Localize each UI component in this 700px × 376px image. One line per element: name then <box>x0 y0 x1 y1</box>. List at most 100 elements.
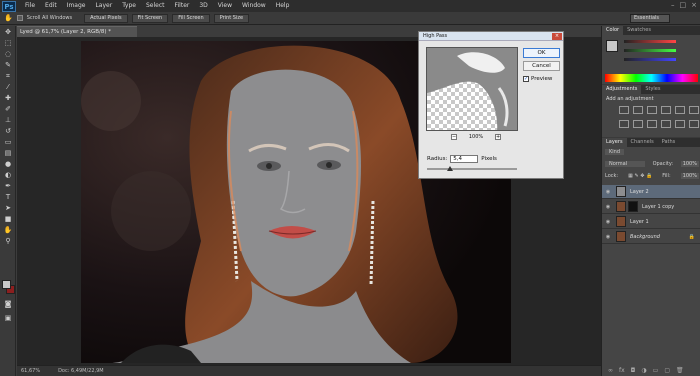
brush-tool-icon[interactable]: ✐ <box>2 104 14 114</box>
fit-screen-button[interactable]: Fit Screen <box>131 13 169 23</box>
lock-icons[interactable]: ▦ ✎ ✥ 🔒 <box>628 173 652 179</box>
color-balance-icon[interactable] <box>619 120 629 128</box>
tab-color[interactable]: Color <box>602 26 624 35</box>
crop-tool-icon[interactable]: ⌗ <box>2 71 14 81</box>
eye-icon[interactable]: ◉ <box>604 204 612 210</box>
tab-adjustments[interactable]: Adjustments <box>602 85 642 94</box>
trash-icon[interactable]: 🗑 <box>676 367 684 374</box>
layer-row[interactable]: ◉ Background 🔒 <box>602 230 700 244</box>
opacity-value[interactable]: 100% <box>680 161 699 167</box>
layer-row[interactable]: ◉ Layer 1 copy <box>602 200 700 214</box>
document-tab[interactable]: Lyed @ 61,7% (Layer 2, RGB/8) * <box>17 26 137 37</box>
screen-mode-icon[interactable]: ▣ <box>2 313 14 323</box>
ok-button[interactable]: OK <box>523 48 560 58</box>
menu-window[interactable]: Window <box>237 0 271 12</box>
menu-layer[interactable]: Layer <box>90 0 117 12</box>
hand-tool-icon[interactable]: ✋ <box>2 225 14 235</box>
blur-tool-icon[interactable]: ● <box>2 159 14 169</box>
menu-edit[interactable]: Edit <box>40 0 62 12</box>
maximize-icon[interactable]: □ <box>680 1 687 9</box>
quick-select-tool-icon[interactable]: ✎ <box>2 60 14 70</box>
tab-swatches[interactable]: Swatches <box>623 26 655 35</box>
zoom-tool-icon[interactable]: ⚲ <box>2 236 14 246</box>
photo-filter-icon[interactable] <box>646 120 657 128</box>
invert-icon[interactable] <box>674 120 685 128</box>
eye-icon[interactable]: ◉ <box>604 234 612 240</box>
fx-icon[interactable]: fx <box>619 367 625 374</box>
eyedropper-tool-icon[interactable]: ⁄ <box>2 82 14 92</box>
green-slider[interactable] <box>624 49 676 52</box>
zoom-out-button[interactable]: − <box>451 134 457 140</box>
scroll-all-checkbox[interactable] <box>16 15 23 21</box>
curves-icon[interactable] <box>646 106 657 114</box>
close-icon[interactable]: × <box>552 33 562 40</box>
fill-value[interactable]: 100% <box>680 173 699 179</box>
menu-filter[interactable]: Filter <box>170 0 195 12</box>
new-layer-icon[interactable]: ▢ <box>664 367 670 374</box>
menu-select[interactable]: Select <box>141 0 170 12</box>
menu-type[interactable]: Type <box>117 0 141 12</box>
vibrance-icon[interactable] <box>674 106 685 114</box>
tab-layers[interactable]: Layers <box>602 138 627 147</box>
hue-saturation-icon[interactable] <box>688 106 699 114</box>
healing-brush-tool-icon[interactable]: ✚ <box>2 93 14 103</box>
blend-mode-dropdown[interactable]: Normal <box>605 161 645 167</box>
marquee-tool-icon[interactable]: ⬚ <box>2 38 14 48</box>
menu-3d[interactable]: 3D <box>194 0 212 12</box>
print-size-button[interactable]: Print Size <box>213 13 250 23</box>
color-spectrum[interactable] <box>605 74 698 82</box>
folder-icon[interactable]: ▭ <box>653 367 659 374</box>
fill-screen-button[interactable]: Fill Screen <box>172 13 210 23</box>
brightness-icon[interactable] <box>619 106 629 114</box>
radius-slider-thumb[interactable] <box>446 166 453 171</box>
zoom-level[interactable]: 61,67% <box>21 366 40 376</box>
levels-icon[interactable] <box>632 106 643 114</box>
quick-mask-icon[interactable]: ◙ <box>2 299 14 309</box>
type-tool-icon[interactable]: T <box>2 192 14 202</box>
layer-row[interactable]: ◉ Layer 2 <box>602 185 700 199</box>
black-white-icon[interactable] <box>632 120 643 128</box>
menu-help[interactable]: Help <box>271 0 295 12</box>
tab-channels[interactable]: Channels <box>627 138 658 147</box>
workspace-dropdown[interactable]: Essentials <box>630 14 670 23</box>
preview-checkbox[interactable]: ✓ Preview <box>523 76 552 82</box>
menu-view[interactable]: View <box>213 0 237 12</box>
layer-row[interactable]: ◉ Layer 1 <box>602 215 700 229</box>
eye-icon[interactable]: ◉ <box>604 219 612 225</box>
filter-preview[interactable] <box>426 47 518 131</box>
zoom-in-button[interactable]: + <box>494 134 501 140</box>
lasso-tool-icon[interactable]: ◌ <box>2 49 14 59</box>
color-swatch[interactable] <box>2 280 15 294</box>
dodge-tool-icon[interactable]: ◐ <box>2 170 14 180</box>
actual-pixels-button[interactable]: Actual Pixels <box>84 13 128 23</box>
hand-tool-icon[interactable]: ✋ <box>4 14 13 22</box>
menu-file[interactable]: File <box>20 0 40 12</box>
red-slider[interactable] <box>624 40 676 43</box>
link-icon[interactable]: ∞ <box>608 367 613 374</box>
exposure-icon[interactable] <box>660 106 671 114</box>
fg-bg-color-icon[interactable] <box>606 40 618 52</box>
radius-input[interactable]: 5,4 <box>450 155 479 163</box>
posterize-icon[interactable] <box>688 120 699 128</box>
path-select-tool-icon[interactable]: ➤ <box>2 203 14 213</box>
blue-slider[interactable] <box>624 58 676 61</box>
history-brush-tool-icon[interactable]: ↺ <box>2 126 14 136</box>
move-tool-icon[interactable]: ✥ <box>2 27 14 37</box>
clone-stamp-tool-icon[interactable]: ⊥ <box>2 115 14 125</box>
gradient-tool-icon[interactable]: ▤ <box>2 148 14 158</box>
adjustment-layer-icon[interactable]: ◑ <box>641 367 646 374</box>
tab-paths[interactable]: Paths <box>658 138 680 147</box>
layer-mask-thumbnail[interactable] <box>628 201 638 212</box>
foreground-color-swatch[interactable] <box>2 280 11 289</box>
tab-styles[interactable]: Styles <box>641 85 664 94</box>
minimize-icon[interactable]: – <box>671 1 675 9</box>
close-icon[interactable]: × <box>691 1 697 9</box>
checkmark-icon[interactable]: ✓ <box>523 76 529 82</box>
radius-slider-track[interactable] <box>427 168 517 170</box>
eye-icon[interactable]: ◉ <box>604 189 612 195</box>
channel-mixer-icon[interactable] <box>660 120 671 128</box>
kind-filter[interactable]: Kind <box>605 149 625 155</box>
mask-icon[interactable]: ◘ <box>631 367 636 374</box>
eraser-tool-icon[interactable]: ▭ <box>2 137 14 147</box>
pen-tool-icon[interactable]: ✒ <box>2 181 14 191</box>
